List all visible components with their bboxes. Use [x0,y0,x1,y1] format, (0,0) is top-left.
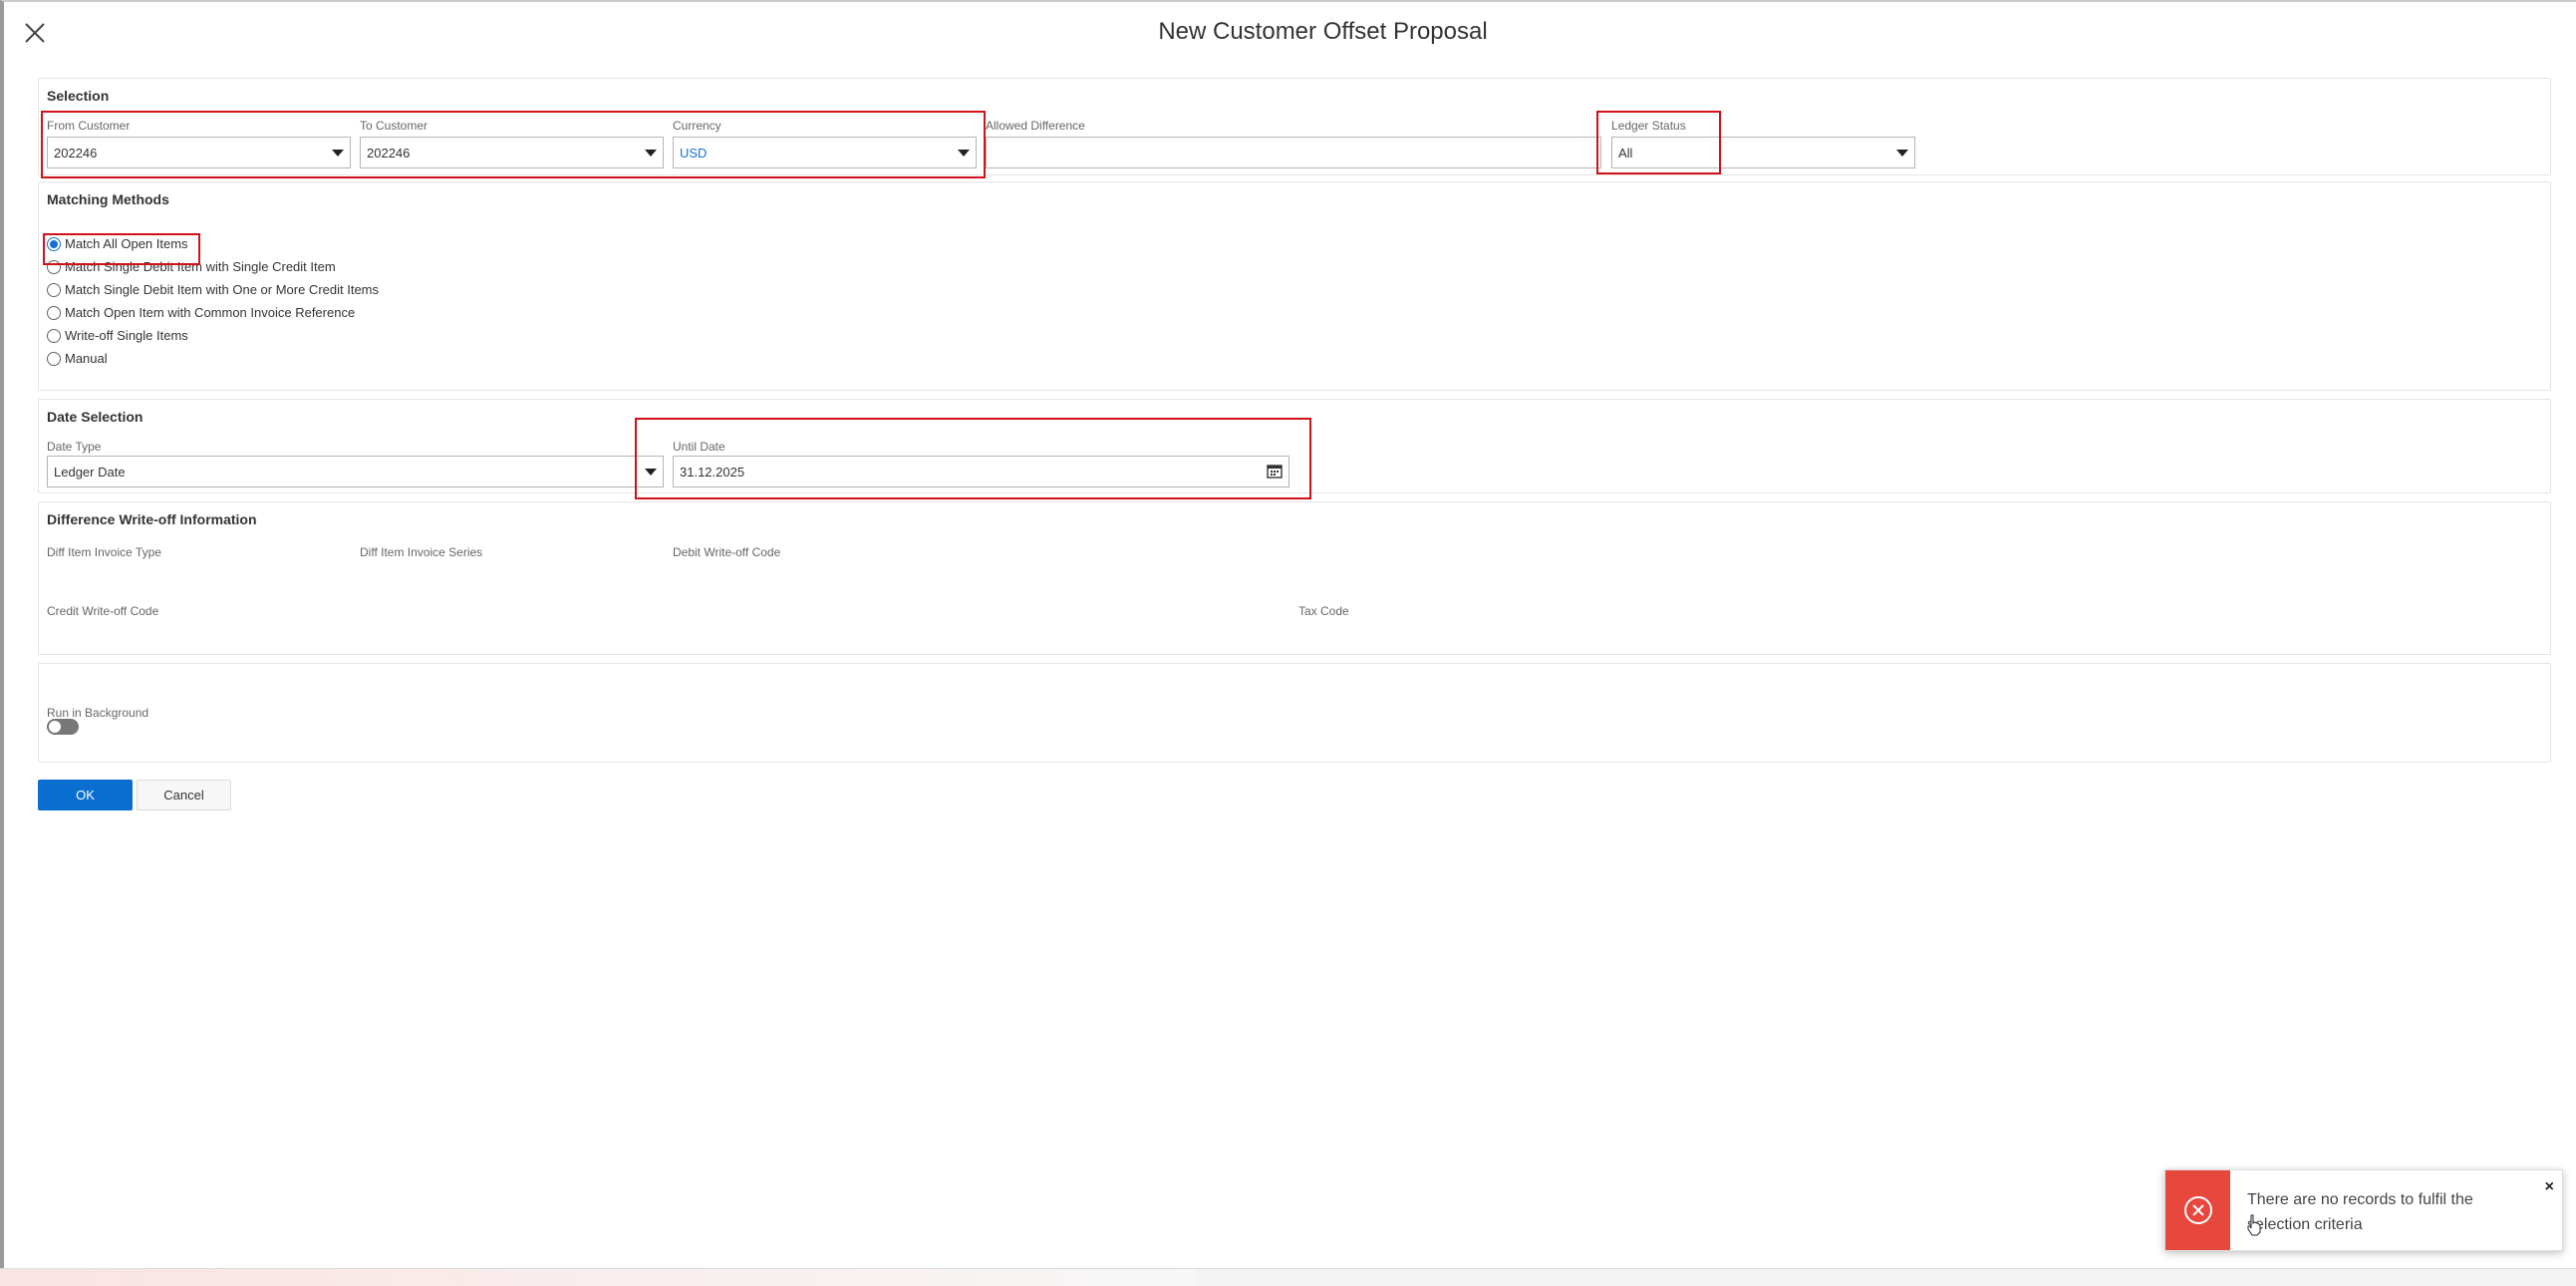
run-in-background-toggle[interactable] [47,719,79,735]
error-circle-icon [2183,1196,2212,1224]
matching-method-label: Match Single Debit Item with Single Cred… [65,259,336,274]
date-selection-section: Date Selection Date Type Ledger Date Unt… [38,399,2551,493]
diff-item-invoice-series-label: Diff Item Invoice Series [360,545,483,559]
until-date-value: 31.12.2025 [680,464,745,480]
debit-writeoff-code-label: Debit Write-off Code [673,545,781,559]
matching-method-label: Match Open Item with Common Invoice Refe… [65,305,356,320]
radio-button[interactable] [47,351,61,366]
matching-method-label: Write-off Single Items [65,328,188,343]
toast-close-button[interactable]: × [2545,1178,2554,1196]
chevron-down-icon [645,149,657,157]
section-title-matching-methods: Matching Methods [47,191,169,207]
section-title-writeoff: Difference Write-off Information [47,511,257,527]
to-customer-select[interactable]: 202246 [360,137,664,168]
chevron-down-icon [1896,149,1908,157]
hand-cursor-icon [2247,1214,2261,1236]
chevron-down-icon [332,149,344,157]
from-customer-label: From Customer [47,119,131,133]
radio-button[interactable] [47,282,61,297]
allowed-difference-label: Allowed Difference [986,119,1085,133]
to-customer-label: To Customer [360,119,429,133]
date-type-value: Ledger Date [54,464,126,480]
dialog-title: New Customer Offset Proposal [1158,18,1488,45]
ok-button[interactable]: OK [38,780,133,810]
currency-label: Currency [673,119,721,133]
until-date-label: Until Date [673,440,725,454]
toggle-knob [49,721,61,733]
matching-method-option[interactable]: Manual [47,351,108,366]
chevron-down-icon [958,149,970,157]
radio-button[interactable] [47,259,61,274]
from-customer-select[interactable]: 202246 [47,137,351,168]
section-title-selection: Selection [47,88,110,104]
credit-writeoff-code-label: Credit Write-off Code [47,604,159,618]
matching-method-label: Match All Open Items [65,236,188,251]
matching-method-label: Match Single Debit Item with One or More… [65,282,380,297]
ledger-status-select[interactable]: All [1611,137,1915,168]
until-date-input[interactable]: 31.12.2025 [673,456,1289,487]
error-toast: There are no records to fulfil the selec… [2164,1169,2563,1251]
bottom-strip-tint [0,1269,1196,1286]
matching-method-option[interactable]: Match Single Debit Item with One or More… [47,282,379,297]
writeoff-section: Difference Write-off Information Diff It… [38,501,2551,655]
tax-code-label: Tax Code [1298,604,1349,618]
bottom-strip [0,1268,2576,1286]
allowed-difference-input[interactable] [986,137,1601,168]
section-title-date-selection: Date Selection [47,409,143,425]
date-type-label: Date Type [47,440,102,454]
chevron-down-icon [645,468,657,476]
matching-method-option[interactable]: Match Open Item with Common Invoice Refe… [47,305,355,320]
background-section: Run in Background [38,663,2551,763]
from-customer-value: 202246 [54,145,98,161]
toast-error-strip [2165,1170,2230,1250]
radio-button[interactable] [47,328,61,343]
ledger-status-label: Ledger Status [1611,119,1686,133]
toast-message: There are no records to fulfil the selec… [2247,1191,2473,1233]
date-type-select[interactable]: Ledger Date [47,456,664,487]
currency-select[interactable]: USD [673,137,977,168]
ledger-status-value: All [1618,145,1633,161]
matching-method-option[interactable]: Match All Open Items [47,236,188,251]
diff-item-invoice-type-label: Diff Item Invoice Type [47,545,161,559]
currency-value: USD [680,145,708,161]
matching-methods-section: Matching Methods Match All Open Items Mat… [38,181,2551,391]
radio-button[interactable] [47,305,61,320]
to-customer-value: 202246 [367,145,411,161]
radio-button[interactable] [47,236,61,251]
matching-method-label: Manual [65,351,108,366]
cancel-button[interactable]: Cancel [137,780,231,810]
selection-section: Selection From Customer 202246 To Custom… [38,78,2551,175]
matching-method-option[interactable]: Match Single Debit Item with Single Cred… [47,259,336,274]
matching-method-option[interactable]: Write-off Single Items [47,328,188,343]
calendar-icon[interactable] [1267,465,1283,479]
run-in-background-label: Run in Background [47,706,149,720]
